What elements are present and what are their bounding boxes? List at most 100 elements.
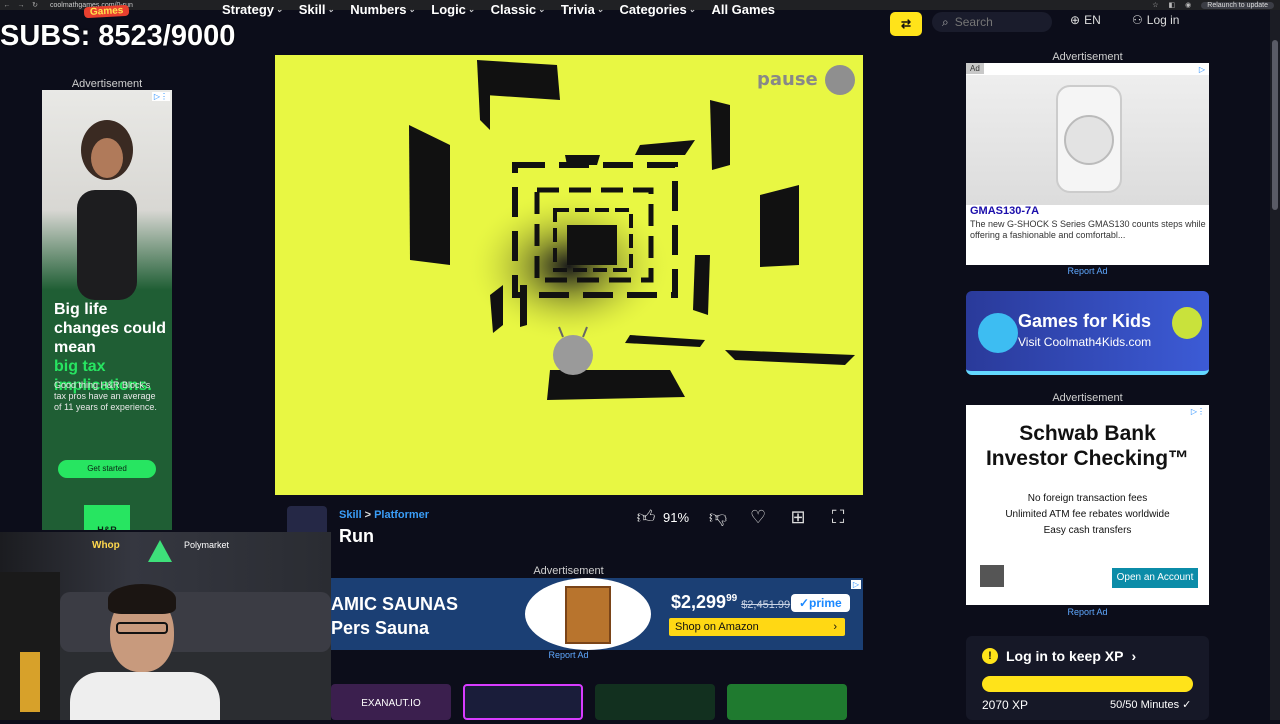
language-selector[interactable]: ⊕ EN	[1070, 13, 1101, 27]
nav-classic[interactable]: Classic ⌄	[491, 2, 545, 17]
open-account-button[interactable]: Open an Account	[1112, 568, 1198, 588]
report-ad-link[interactable]: Report Ad	[331, 650, 806, 660]
page-scrollbar[interactable]	[1270, 10, 1280, 720]
profile-icon[interactable]: ◉	[1185, 1, 1191, 9]
report-ad-link[interactable]: Report Ad	[966, 607, 1209, 617]
user-icon: ⚇	[1132, 13, 1143, 27]
heart-icon[interactable]: ♡	[747, 506, 769, 528]
get-started-button[interactable]: Get started	[58, 460, 156, 478]
extensions-icon[interactable]: ◧	[1169, 1, 1176, 9]
sauna-image	[525, 578, 651, 650]
chevron-down-icon: ⌄	[596, 5, 604, 14]
chevron-down-icon: ⌄	[467, 5, 475, 14]
subs-counter: SUBS: 8523/9000	[0, 20, 236, 52]
xp-panel: ! Log in to keep XP › 2070 XP 50/50 Minu…	[966, 636, 1209, 720]
chevron-down-icon: ⌄	[276, 5, 283, 14]
breadcrumb: Skill > Platformer	[339, 509, 430, 521]
game-tiles: EXANAUT.IO	[331, 684, 863, 720]
nav-logic[interactable]: Logic ⌄	[431, 2, 474, 17]
game-tile[interactable]: EXANAUT.IO	[331, 684, 451, 720]
game-tile[interactable]	[727, 684, 847, 720]
nav-skill[interactable]: Skill ⌄	[299, 2, 334, 17]
ad-line: Unlimited ATM fee rebates worldwide	[1005, 509, 1170, 520]
relaunch-button[interactable]: Relaunch to update	[1201, 1, 1274, 9]
webcam-overlay: Whop Polymarket	[0, 532, 331, 720]
thumbs-up-icon[interactable]: 👍︎	[635, 506, 657, 528]
product-name[interactable]: GMAS130-7A	[970, 205, 1039, 217]
left-ad[interactable]: ▷⋮ Big life changes could mean big tax i…	[42, 90, 172, 530]
game-title: Run	[339, 526, 374, 546]
chevron-right-icon: ›	[833, 621, 837, 633]
adchoices-icon[interactable]: ▷⋮	[1188, 407, 1207, 416]
pause-label[interactable]: pause	[757, 69, 818, 90]
ad-tag: Ad	[966, 63, 984, 74]
search-input[interactable]	[954, 15, 1035, 29]
nav-trivia[interactable]: Trivia ⌄	[561, 2, 604, 17]
ad-line: No foreign transaction fees	[1027, 493, 1148, 504]
bookmark-icon[interactable]: ☆	[1152, 1, 1158, 9]
prime-badge: ✓prime	[791, 594, 850, 612]
nav-strategy[interactable]: Strategy ⌄	[222, 2, 283, 17]
search-icon: ⌕	[942, 14, 949, 29]
ad-label: Advertisement	[71, 78, 143, 90]
xp-minutes: 50/50 Minutes ✓	[1110, 699, 1192, 711]
kids-subtitle: Visit Coolmath4Kids.com	[1018, 335, 1152, 349]
search-box[interactable]: ⌕	[932, 12, 1052, 32]
couch	[60, 592, 331, 652]
alien-mascot-icon	[1172, 307, 1202, 339]
schwab-logo	[980, 565, 1004, 587]
report-ad-link[interactable]: Report Ad	[966, 266, 1209, 276]
add-to-playlist-icon[interactable]: ⊞	[787, 506, 809, 528]
adchoices-icon[interactable]: ▷	[850, 580, 861, 589]
main-nav: Strategy ⌄ Skill ⌄ Numbers ⌄ Logic ⌄ Classic…	[222, 2, 775, 17]
amazon-sauna-ad[interactable]: AMIC SAUNAS Pers Sauna $2,29999$2,451.99…	[331, 578, 863, 650]
watch-image	[1056, 85, 1122, 193]
chevron-down-icon: ⌄	[688, 5, 696, 14]
tunnel-scene	[275, 55, 863, 495]
shuffle-icon[interactable]: ⇄	[890, 12, 922, 36]
whop-logo: Whop	[92, 540, 120, 551]
login-button[interactable]: ⚇ Log in	[1132, 13, 1179, 27]
breadcrumb-skill[interactable]: Skill	[339, 509, 362, 521]
nav-all-games[interactable]: All Games	[711, 2, 775, 17]
schwab-ad[interactable]: ▷⋮ Schwab Bank Investor Checking™ No for…	[966, 405, 1209, 605]
chevron-right-icon: ›	[1131, 648, 1137, 664]
chevron-down-icon: ⌄	[538, 5, 545, 14]
game-actions: 👍︎ 91% 👎︎ ♡ ⊞ ⛶	[635, 506, 849, 528]
octopus-mascot-icon	[978, 313, 1018, 353]
nav-numbers[interactable]: Numbers ⌄	[350, 2, 415, 17]
brand-logo: H&R	[84, 505, 130, 530]
reload-icon[interactable]: ↻	[28, 1, 42, 9]
chevron-down-icon: ⌄	[327, 5, 335, 14]
game-tile[interactable]	[463, 684, 583, 720]
globe-icon: ⊕	[1070, 13, 1081, 27]
xp-login-link[interactable]: ! Log in to keep XP ›	[982, 648, 1136, 664]
thumbs-down-icon[interactable]: 👎︎	[707, 506, 729, 528]
xp-progress-bar	[982, 676, 1193, 692]
pause-button[interactable]	[825, 65, 855, 95]
ad-price: $2,29999$2,451.99	[671, 592, 791, 612]
ad-label: Advertisement	[1052, 51, 1123, 63]
game-tile[interactable]	[595, 684, 715, 720]
ad-body: Good thing H&R Block's tax pros have an …	[54, 380, 157, 412]
adchoices-icon[interactable]: ▷	[1196, 65, 1207, 74]
sponsor-logo-icon	[148, 540, 172, 562]
person-image	[77, 120, 137, 300]
ad-headline: Schwab Bank Investor Checking™	[985, 422, 1190, 470]
ad-label: Advertisement	[1052, 392, 1123, 404]
back-icon[interactable]: ←	[0, 2, 14, 9]
fullscreen-icon[interactable]: ⛶	[827, 506, 849, 528]
breadcrumb-platformer[interactable]: Platformer	[374, 509, 429, 521]
adchoices-icon[interactable]: ▷⋮	[151, 92, 170, 101]
shop-on-amazon-button[interactable]: Shop on Amazon ›	[669, 618, 845, 636]
ad-headline: AMIC SAUNAS Pers Sauna	[331, 594, 459, 638]
games-for-kids-banner[interactable]: Games for Kids Visit Coolmath4Kids.com	[966, 291, 1209, 375]
forward-icon[interactable]: →	[14, 2, 28, 9]
xp-points: 2070 XP	[982, 698, 1029, 712]
nav-categories[interactable]: Categories ⌄	[620, 2, 696, 17]
chevron-down-icon: ⌄	[408, 5, 416, 14]
gshock-ad[interactable]: Ad ▷ GMAS130-7A The new G-SHOCK S Series…	[966, 63, 1209, 265]
polymarket-logo: Polymarket	[184, 540, 230, 550]
game-canvas[interactable]: pause	[275, 55, 863, 495]
scrollbar-thumb[interactable]	[1272, 40, 1278, 210]
